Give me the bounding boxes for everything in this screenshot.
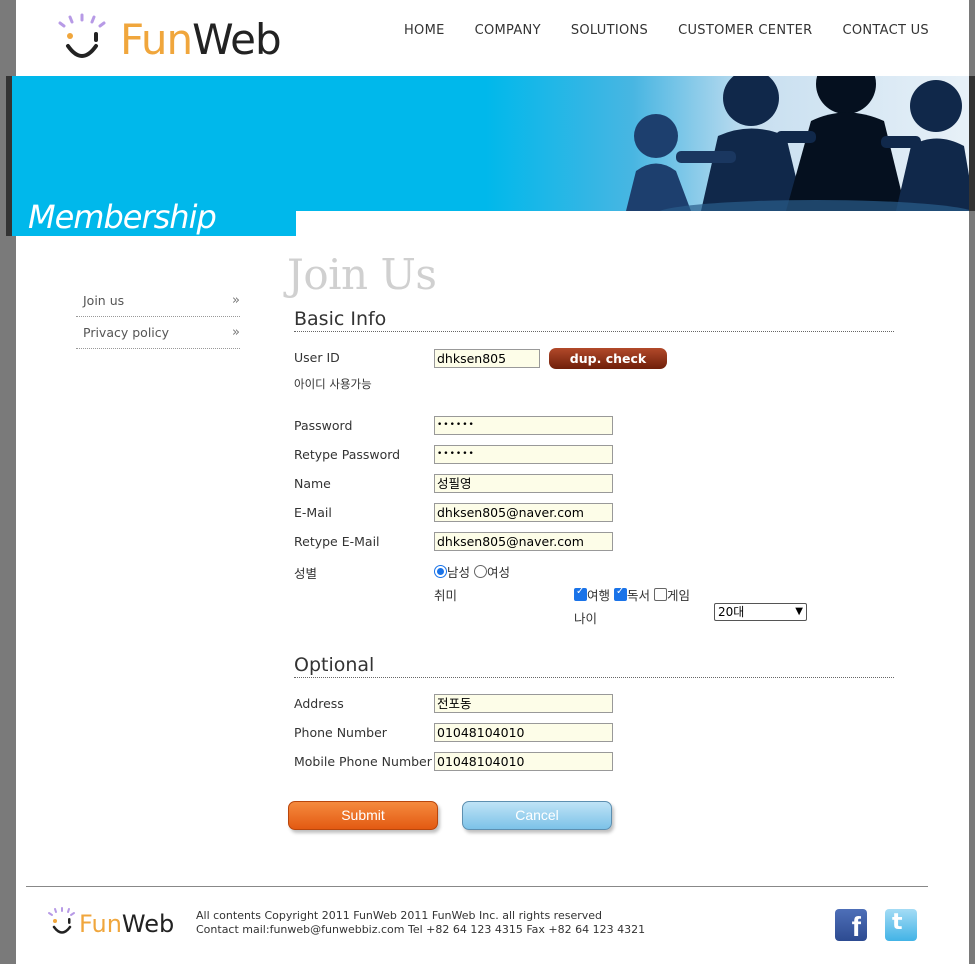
funweb-logo[interactable]: FunWeb (54, 12, 304, 68)
banner: Membership (6, 76, 975, 236)
facebook-icon[interactable]: f (835, 909, 867, 942)
nav-customer-center[interactable]: CUSTOMER CENTER (678, 23, 812, 38)
top-nav: HOME COMPANY SOLUTIONS CUSTOMER CENTER C… (404, 23, 929, 38)
logo-text: FunWeb (120, 15, 282, 64)
banner-title: Membership (28, 198, 217, 236)
sidebar-item-label: Join us (83, 293, 125, 308)
smiley-logo-icon (58, 13, 106, 58)
chevron-double-right-icon: » (232, 325, 240, 340)
sidebar-item-privacy-policy[interactable]: Privacy policy » (76, 317, 240, 349)
nav-home[interactable]: HOME (404, 23, 445, 38)
sidebar-item-label: Privacy policy (83, 325, 170, 340)
sidebar: Join us » Privacy policy » (76, 285, 240, 349)
paper-people-image (626, 76, 975, 228)
chevron-double-right-icon: » (232, 293, 240, 308)
sidebar-item-join-us[interactable]: Join us » (76, 285, 240, 317)
nav-solutions[interactable]: SOLUTIONS (571, 23, 648, 38)
banner-image (486, 76, 975, 228)
twitter-icon[interactable]: t (885, 909, 917, 941)
nav-company[interactable]: COMPANY (475, 23, 541, 38)
nav-contact-us[interactable]: CONTACT US (842, 23, 929, 38)
